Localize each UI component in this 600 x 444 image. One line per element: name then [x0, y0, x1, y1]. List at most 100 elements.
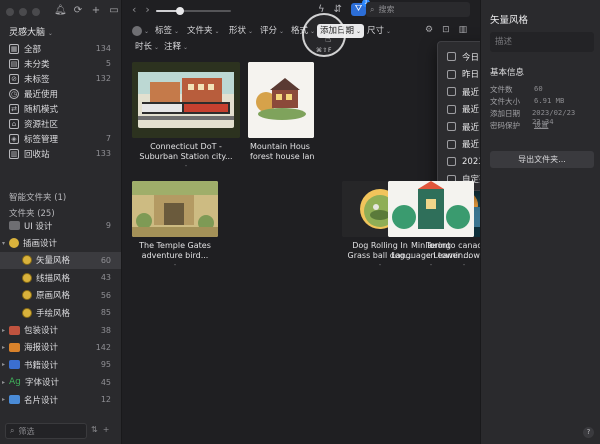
- lock-icon[interactable]: ⊡: [442, 25, 450, 35]
- filter-tags[interactable]: 标签 ⌄: [152, 24, 182, 38]
- item-title: Minlæring: [411, 241, 451, 250]
- filter-label: 尺寸: [367, 26, 385, 36]
- chevron-right-icon[interactable]: ▸: [2, 379, 9, 386]
- filter-settings-icon[interactable]: ⚙︎: [425, 25, 433, 35]
- zoom-slider-knob[interactable]: [176, 7, 184, 15]
- chevron-down-icon: ⌄: [386, 28, 392, 35]
- folder-vector-style[interactable]: 矢量风格 60: [0, 251, 121, 270]
- color-filter[interactable]: ⌄: [132, 26, 149, 36]
- folder-concept-style[interactable]: 原画风格 56: [0, 287, 121, 304]
- help-button[interactable]: ?: [583, 427, 594, 438]
- folder-icon: [22, 272, 32, 283]
- folder-packaging[interactable]: ▸ 包装设计 38: [0, 321, 121, 338]
- checkbox[interactable]: [447, 104, 456, 114]
- layout-icon[interactable]: ▭: [108, 5, 120, 16]
- chevron-down-icon: ⌄: [144, 27, 150, 35]
- zoom-window-button[interactable]: [32, 8, 40, 16]
- sidebar-filter-input[interactable]: ⌕ 筛选: [5, 423, 87, 439]
- checkbox[interactable]: [447, 52, 456, 62]
- export-folder-button[interactable]: 导出文件夹...: [490, 151, 594, 168]
- sidebar-item-tag-manager[interactable]: ◈ 标签管理 7: [0, 131, 121, 146]
- description-field[interactable]: 描述: [490, 32, 594, 52]
- thumbnail-language-learning[interactable]: [388, 181, 474, 237]
- chevron-right-icon[interactable]: ▸: [2, 361, 9, 368]
- folder-title[interactable]: 矢量风格: [490, 12, 528, 26]
- folder-book[interactable]: ▸ 书籍设计 95: [0, 356, 121, 373]
- chevron-right-icon[interactable]: ▸: [2, 396, 9, 403]
- folder-label: 矢量风格: [36, 256, 71, 267]
- grid-item[interactable]: The Temple Gates adventure bird... -: [132, 181, 218, 269]
- folder-poster[interactable]: ▸ 海报设计 142: [0, 339, 121, 356]
- chevron-down-icon[interactable]: ▾: [2, 240, 9, 247]
- folder-count: 56: [100, 290, 111, 300]
- filter-rating[interactable]: 评分 ⌄: [257, 24, 287, 38]
- chevron-down-icon: ⌄: [214, 28, 220, 35]
- zoom-slider[interactable]: [156, 7, 231, 15]
- checkbox[interactable]: [447, 69, 456, 79]
- close-window-button[interactable]: [6, 8, 14, 16]
- sort-icon[interactable]: ⇵: [334, 4, 342, 15]
- back-icon[interactable]: ‹: [132, 3, 136, 16]
- folder-illustration[interactable]: ▾ 插画设计: [0, 234, 121, 251]
- clock-icon: ◷: [9, 88, 19, 99]
- password-settings-link[interactable]: 设置: [534, 120, 548, 131]
- library-switcher[interactable]: 灵感大脑 ⌄: [9, 25, 53, 38]
- folder-label: UI 设计: [24, 221, 53, 232]
- filter-button[interactable]: ⛛ 1: [351, 0, 370, 16]
- thumbnail-temple-gates[interactable]: [132, 181, 218, 237]
- item-rating: -: [173, 261, 177, 269]
- community-icon: ⌂: [9, 118, 19, 129]
- chevron-right-icon[interactable]: ▸: [2, 327, 9, 334]
- minimize-window-button[interactable]: [19, 8, 27, 16]
- checkbox[interactable]: [447, 157, 456, 167]
- sidebar-item-uncategorized[interactable]: ▤ 未分类 5: [0, 56, 121, 71]
- filter-duration[interactable]: 时长 ⌄: [132, 40, 162, 54]
- search-input[interactable]: ⌕ 搜索: [366, 2, 470, 17]
- window-controls[interactable]: [6, 8, 40, 16]
- sidebar-item-untagged[interactable]: ⊘ 未标签 132: [0, 71, 121, 86]
- folder-label: 字体设计: [25, 378, 60, 389]
- sort-icon[interactable]: ⇅: [91, 425, 98, 434]
- checkbox[interactable]: [447, 139, 456, 149]
- smart-folders-header[interactable]: 智能文件夹 (1): [9, 191, 66, 203]
- grid-item[interactable]: Minlæring Language Learnin... -: [388, 181, 474, 269]
- item-rating: -: [184, 162, 188, 170]
- sidebar-item-recent[interactable]: ◷ 最近使用: [0, 86, 121, 101]
- filter-shape[interactable]: 形状 ⌄: [226, 24, 256, 38]
- filter-folder[interactable]: 文件夹 ⌄: [184, 24, 223, 38]
- sidebar-item-trash[interactable]: ▥ 回收站 133: [0, 146, 121, 161]
- folder-count: 43: [100, 273, 111, 283]
- chevron-right-icon[interactable]: ▸: [2, 344, 9, 351]
- package-icon: [9, 325, 20, 335]
- checkbox[interactable]: [447, 122, 456, 132]
- grid-item[interactable]: Mountain Hous forest house lan: [248, 62, 314, 162]
- forward-icon[interactable]: ›: [145, 3, 149, 16]
- search-icon: ⌕: [370, 4, 375, 14]
- folder-line-style[interactable]: 线描风格 43: [0, 269, 121, 286]
- grid-item[interactable]: Connecticut DoT - Suburban Station city.…: [132, 62, 240, 170]
- folder-typography[interactable]: ▸ Ag 字体设计 45: [0, 374, 121, 391]
- add-icon[interactable]: +: [90, 5, 102, 16]
- tag-off-icon: ⊘: [9, 73, 19, 84]
- item-subtitle: adventure bird...: [141, 251, 209, 260]
- trash-icon[interactable]: ▥: [459, 25, 468, 35]
- thumbnail-mountain-house[interactable]: [248, 62, 314, 138]
- folder-business-card[interactable]: ▸ 名片设计 12: [0, 391, 121, 408]
- thumbnail-train-station[interactable]: [132, 62, 240, 138]
- sidebar-item-random[interactable]: ⇄ 随机模式: [0, 101, 121, 116]
- add-folder-icon[interactable]: +: [103, 425, 110, 434]
- folder-label: 海报设计: [24, 343, 59, 354]
- filter-notes[interactable]: 注释 ⌄: [161, 40, 191, 54]
- sidebar-nav: ▦ 全部 134 ▤ 未分类 5 ⊘ 未标签 132 ◷ 最近使用 ⇄ 随机模式…: [0, 41, 121, 161]
- sidebar-item-label: 随机模式: [24, 104, 59, 115]
- checkbox[interactable]: [447, 87, 456, 97]
- refresh-icon[interactable]: ⟳: [72, 5, 84, 16]
- folder-ui-design[interactable]: UI 设计 9: [0, 217, 121, 234]
- folder-handdrawn-style[interactable]: 手绘风格 85: [0, 304, 121, 321]
- filter-size[interactable]: 尺寸 ⌄: [364, 24, 394, 38]
- sidebar-item-all[interactable]: ▦ 全部 134: [0, 41, 121, 56]
- folder-label: 书籍设计: [24, 360, 59, 371]
- folder-label: 插画设计: [23, 239, 58, 250]
- bell-icon[interactable]: 🔔︎: [54, 5, 67, 16]
- sidebar-item-community[interactable]: ⌂ 资源社区: [0, 116, 121, 131]
